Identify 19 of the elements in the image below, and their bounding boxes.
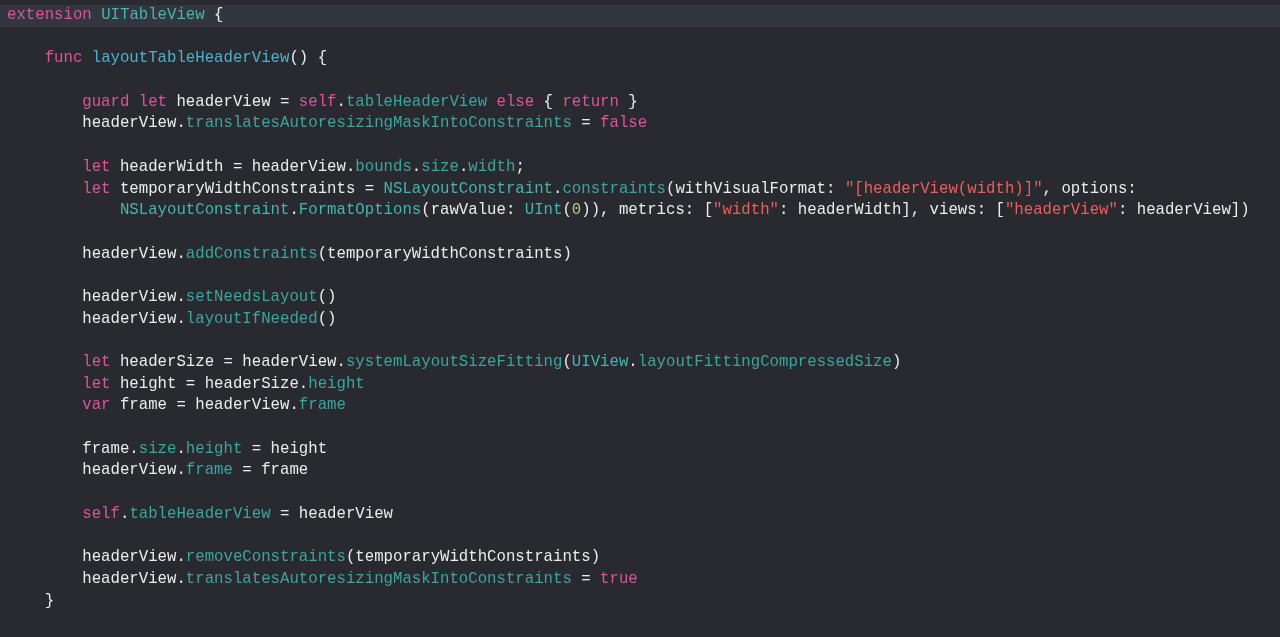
code-line: func layoutTableHeaderView() { (44, 48, 328, 70)
code-line: let headerWidth = headerView.bounds.size.width; (82, 156, 525, 178)
code-line: frame.size.height = height (82, 438, 328, 460)
code-line: headerView.layoutIfNeeded() (82, 308, 337, 330)
code-line: let temporaryWidthConstraints = NSLayoutConstraint.constraints(withVisualFormat: "[headerView(width)]", options: (82, 178, 1137, 200)
code-line: headerView.translatesAutoresizingMaskIntoConstraints = true (82, 568, 638, 590)
code-line: } (44, 590, 55, 612)
code-line: guard let headerView = self.tableHeaderView else { return } (82, 91, 638, 113)
code-line: NSLayoutConstraint.FormatOptions(rawValue: UInt(0)), metrics: ["width": headerWidth], views: ["headerView": headerView]) (119, 200, 1250, 222)
code-line: headerView.setNeedsLayout() (82, 286, 337, 308)
code-line: let headerSize = headerView.systemLayoutSizeFitting(UIView.layoutFittingCompressedSize) (82, 352, 902, 373)
code-line: headerView.frame = frame (82, 460, 309, 482)
code-line: self.tableHeaderView = headerView (82, 503, 393, 525)
code-line: let height = headerSize.height (82, 373, 365, 395)
code-line: headerView.translatesAutoresizingMaskIntoConstraints = false (82, 113, 648, 135)
code-line: var frame = headerView.frame (82, 395, 346, 417)
code-line: headerView.addConstraints(temporaryWidthConstraints) (82, 243, 572, 265)
code-line: headerView.removeConstraints(temporaryWidthConstraints) (82, 547, 601, 569)
code-line: extension UITableView { (7, 5, 224, 26)
